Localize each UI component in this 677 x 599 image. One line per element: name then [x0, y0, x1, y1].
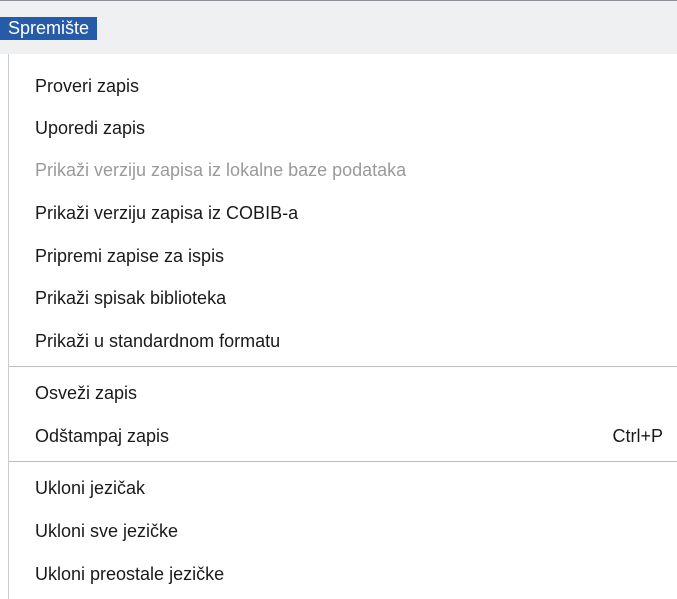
menu-spremiste[interactable]: Spremište [0, 17, 98, 40]
menu-item-ukloni-jezicak[interactable]: Ukloni jezičak [9, 467, 677, 510]
menu-item-standardni-format[interactable]: Prikaži u standardnom formatu [9, 320, 677, 363]
menu-item-ukloni-preostale-jezicke[interactable]: Ukloni preostale jezičke [9, 553, 677, 596]
shortcut-ctrl-p: Ctrl+P [612, 426, 663, 446]
menu-item-odstampaj-zapis[interactable]: Odštampaj zapis Ctrl+P [9, 415, 677, 458]
menu-bar: Spremište [0, 0, 677, 55]
menu-item-prikazi-lokalna-verzija: Prikaži verziju zapisa iz lokalne baze p… [35, 160, 407, 180]
menu-separator [9, 366, 677, 367]
menu-item-prikazi-cobib-verzija[interactable]: Prikaži verziju zapisa iz COBIB-a [9, 192, 677, 235]
menu-item-spisak-biblioteka[interactable]: Prikaži spisak biblioteka [9, 277, 677, 320]
menu-item-osvezi-zapis[interactable]: Osveži zapis [9, 372, 677, 415]
menu-item-pripremi-za-ispis[interactable]: Pripremi zapise za ispis [9, 235, 677, 278]
menu-item-proveri-zapis[interactable]: Proveri zapis [9, 65, 677, 108]
menu-separator [9, 461, 677, 462]
menu-item-ukloni-sve-jezicke[interactable]: Ukloni sve jezičke [9, 510, 677, 553]
menu-item-label: Odštampaj zapis [35, 426, 170, 446]
menu-item-uporedi-zapis[interactable]: Uporedi zapis [9, 107, 677, 150]
